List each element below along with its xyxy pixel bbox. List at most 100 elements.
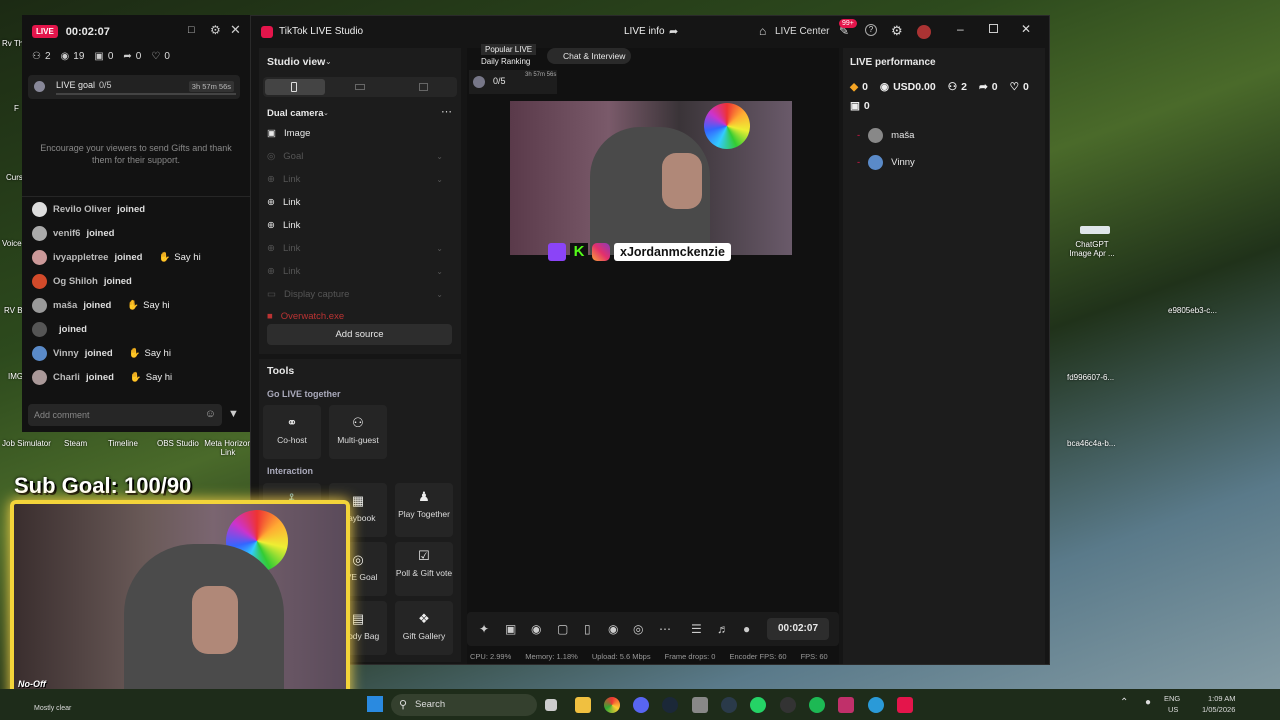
desktop-label[interactable]: IMG [8, 372, 23, 381]
minimize-icon[interactable]: – [957, 22, 964, 36]
gift-gallery-button[interactable]: ❖ Gift Gallery [395, 601, 453, 655]
source-item[interactable]: ▭ Display capture ⌄ [267, 289, 443, 300]
clock-date[interactable]: 1/05/2026 [1202, 705, 1235, 714]
desktop-label[interactable]: RV B [4, 306, 23, 315]
say-hi-button[interactable]: ✋ Say hi [158, 252, 200, 263]
source-item[interactable]: ⊕ Link ⌄ [267, 174, 443, 185]
desktop-label[interactable]: Voice [2, 239, 22, 248]
source-item[interactable]: ⊕ Link ⌄ [267, 243, 443, 254]
say-hi-button[interactable]: ✋ Say hi [130, 372, 172, 383]
chat-username[interactable]: Revilo Oliver [53, 204, 111, 215]
view-mode-selector[interactable] [263, 77, 457, 97]
source-item[interactable]: ◎ Goal ⌄ [267, 151, 443, 162]
whatsapp-icon[interactable] [750, 697, 766, 713]
record-icon[interactable]: ◉ [608, 622, 618, 636]
close-icon[interactable]: ✕ [230, 22, 241, 38]
desktop-label[interactable]: ChatGPT Image Apr ... [1064, 240, 1120, 258]
task-view-icon[interactable] [545, 699, 557, 711]
chevron-down-icon[interactable]: ⌄ [323, 109, 329, 117]
chevron-down-icon[interactable]: ⌄ [436, 267, 443, 276]
edge-icon[interactable] [868, 697, 884, 713]
dual-camera-label[interactable]: Dual camera [267, 108, 324, 119]
share-icon[interactable]: ➦ [669, 25, 678, 38]
source-item[interactable]: ⊕ Link ⌄ [267, 266, 443, 277]
live-center-button[interactable]: LIVE Center [775, 26, 829, 37]
chat-username[interactable]: Og Shiloh [53, 276, 98, 287]
speaker-icon[interactable]: ♬ [717, 622, 729, 636]
desktop-label[interactable]: Job Simulator [2, 439, 51, 448]
chevron-down-icon[interactable]: ⌄ [436, 152, 443, 161]
windows-start-icon[interactable] [367, 696, 383, 712]
layout-icon[interactable]: ▣ [505, 622, 516, 636]
settings-icon[interactable]: ⚙ [891, 23, 903, 39]
desktop-label[interactable]: fd996607-6... [1067, 373, 1114, 382]
desktop-label[interactable]: OBS Studio [157, 439, 199, 448]
desktop-label[interactable]: Curs [6, 173, 23, 182]
weather-label[interactable]: Mostly clear [34, 705, 71, 712]
chat-username[interactable]: venif6 [53, 228, 80, 239]
discord-icon[interactable] [633, 697, 649, 713]
filter-icon[interactable]: ▼ [228, 408, 239, 420]
spotify-icon[interactable] [809, 697, 825, 713]
magic-icon[interactable]: ✦ [479, 622, 489, 636]
camera-icon[interactable]: ◉ [531, 622, 541, 636]
say-hi-button[interactable]: ✋ Say hi [127, 300, 169, 311]
desktop-label[interactable]: bca46c4a-b... [1067, 439, 1115, 448]
broadcast-icon[interactable]: ◎ [633, 622, 643, 636]
poll-gift-vote-button[interactable]: ☑ Poll & Gift vote [395, 542, 453, 596]
chevron-down-icon[interactable]: ⌄ [325, 57, 332, 66]
chevron-up-icon[interactable]: ⌃ [1120, 697, 1128, 708]
source-item[interactable]: ▣ Image [267, 128, 443, 139]
studio-view-label[interactable]: Studio view [267, 56, 325, 68]
live-info-button[interactable]: LIVE info [624, 26, 665, 37]
multiguest-button[interactable]: ⚇ Multi-guest [329, 405, 387, 459]
chat-username[interactable]: Charli [53, 372, 80, 383]
screen-icon[interactable]: ▢ [557, 622, 568, 636]
landscape-view-icon[interactable] [355, 84, 365, 90]
taskbar-search[interactable]: ⚲ Search [391, 694, 537, 716]
wifi-icon[interactable]: ● [1145, 697, 1151, 708]
emoji-icon[interactable]: ☺ [205, 408, 216, 420]
add-source-button[interactable]: Add source [267, 324, 452, 345]
chevron-down-icon[interactable]: ⌄ [436, 175, 443, 184]
adjust-icon[interactable]: ☰ [691, 622, 702, 636]
chatgpt-image-icon[interactable] [1080, 226, 1110, 234]
cohost-button[interactable]: ⚭ Co-host [263, 405, 321, 459]
more-icon[interactable]: ⋯ [659, 622, 671, 636]
source-item[interactable]: ⊕ Link [267, 197, 443, 208]
help-icon[interactable]: ? [865, 24, 877, 36]
dual-view-icon[interactable] [419, 83, 428, 91]
steam-icon[interactable] [662, 697, 678, 713]
unity-icon[interactable] [692, 697, 708, 713]
chat-interview-button[interactable]: Chat & Interview [547, 48, 632, 64]
maximize-icon[interactable] [989, 24, 998, 33]
daily-ranking-badge[interactable]: Daily Ranking [481, 57, 530, 66]
desktop-label[interactable]: F [14, 104, 19, 113]
obs-icon[interactable] [780, 697, 796, 713]
close-icon[interactable]: ✕ [1021, 22, 1031, 36]
microphone-icon[interactable]: ● [743, 622, 750, 636]
phone-icon[interactable]: ▯ [584, 622, 591, 636]
lock-icon[interactable]: □ [188, 24, 195, 36]
chrome-icon[interactable] [604, 697, 620, 713]
avatar[interactable] [917, 25, 931, 39]
folder-icon[interactable] [575, 697, 591, 713]
say-hi-button[interactable]: ✋ Say hi [129, 348, 171, 359]
home-icon[interactable]: ⌂ [759, 24, 766, 38]
gear-icon[interactable]: ⚙ [210, 23, 221, 37]
chat-username[interactable]: Vinny [53, 348, 79, 359]
desktop-label[interactable]: Timeline [108, 439, 138, 448]
app-t-icon[interactable] [838, 697, 854, 713]
desktop-label[interactable]: e9805eb3-c... [1168, 306, 1217, 315]
chevron-down-icon[interactable]: ⌄ [436, 244, 443, 253]
region-label[interactable]: US [1168, 705, 1178, 714]
desktop-label[interactable]: Rv Th [2, 39, 23, 48]
tiktok-live-studio-icon[interactable] [897, 697, 913, 713]
comment-input[interactable]: Add comment ☺ [28, 404, 222, 426]
language-label[interactable]: ENG [1164, 694, 1180, 703]
clock-time[interactable]: 1:09 AM [1208, 694, 1236, 703]
chevron-down-icon[interactable]: ⌄ [436, 290, 443, 299]
popular-live-badge[interactable]: Popular LIVE [481, 44, 537, 55]
perf-user-row[interactable]: - maša [857, 128, 914, 143]
live-goal-card[interactable]: LIVE goal 0/5 3h 57m 56s [28, 75, 240, 99]
